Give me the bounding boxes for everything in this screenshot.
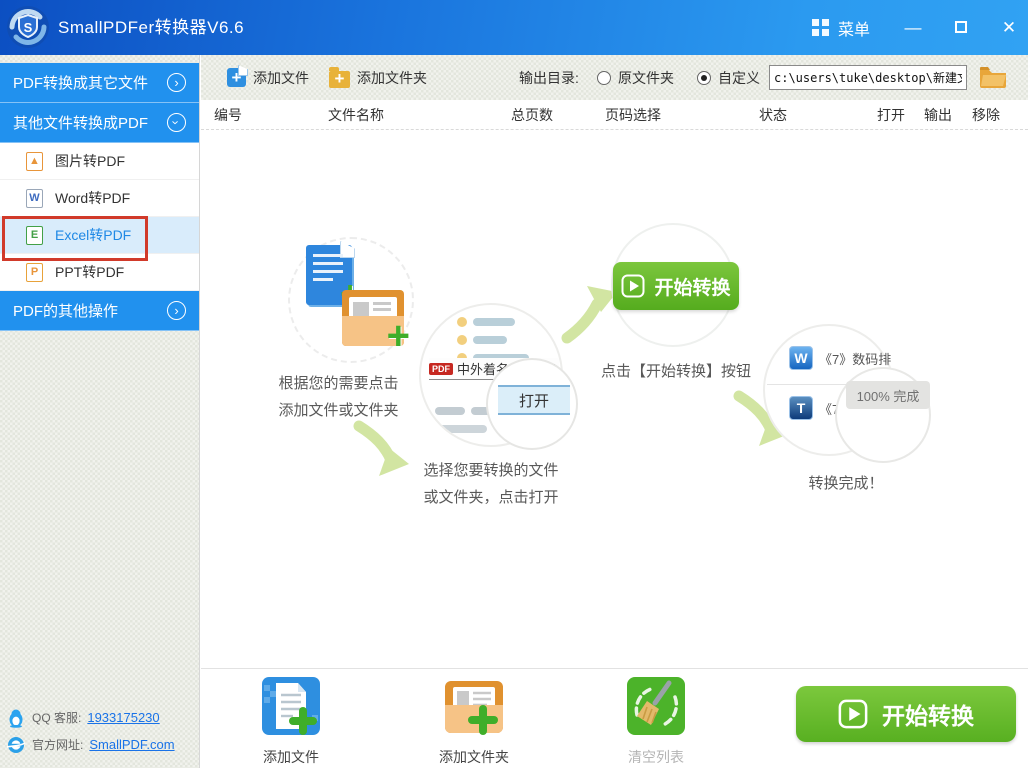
radio-original-folder[interactable]: 原文件夹 (597, 55, 674, 100)
app-title: SmallPDFer转换器V6.6 (58, 18, 245, 37)
top-toolbar: 添加文件 添加文件夹 输出目录: 原文件夹 自定义 (201, 55, 1028, 100)
col-open: 打开 (877, 107, 905, 123)
svg-text:S: S (24, 20, 33, 35)
radio-custom-folder[interactable]: 自定义 (697, 55, 760, 100)
excel-file-icon: E (26, 225, 43, 245)
play-icon (838, 699, 868, 729)
add-folder-big-icon (445, 681, 503, 735)
sidebar-group-label: 其他文件转换成PDF (13, 115, 149, 132)
browse-folder-button[interactable] (979, 66, 1007, 88)
sidebar-item-label: 图片转PDF (55, 153, 125, 169)
website-label: 官方网址: (32, 738, 84, 752)
website-link[interactable]: SmallPDF.com (89, 737, 174, 752)
sidebar-item-label: PPT转PDF (55, 264, 125, 280)
sidebar-submenu: ▲ 图片转PDF W Word转PDF E Excel转PDF P PPT转PD… (0, 143, 199, 291)
tutorial-step1-caption: 根据您的需要点击 添加文件或文件夹 (278, 375, 399, 419)
sidebar: PDF转换成其它文件 › 其他文件转换成PDF › ▲ 图片转PDF W Wor… (0, 55, 200, 768)
sidebar-group-other-to-pdf[interactable]: 其他文件转换成PDF › (0, 103, 199, 143)
contact-info: QQ 客服: 1933175230 官方网址: SmallPDF.com (6, 704, 175, 758)
qq-support-row: QQ 客服: 1933175230 (6, 704, 175, 731)
add-file-big-button[interactable]: 添加文件 (231, 675, 351, 767)
radio-original-label: 原文件夹 (618, 69, 674, 86)
add-folder-icon (329, 66, 350, 88)
play-icon (621, 274, 645, 298)
main-panel: 添加文件 添加文件夹 输出目录: 原文件夹 自定义 (201, 55, 1028, 768)
sidebar-group-label: PDF转换成其它文件 (13, 75, 149, 92)
sidebar-item-image-to-pdf[interactable]: ▲ 图片转PDF (0, 143, 199, 180)
browser-icon (6, 736, 26, 753)
progress-complete-bubble: 100% 完成 (846, 381, 930, 409)
add-folder-label: 添加文件夹 (357, 69, 427, 86)
output-path-input[interactable] (769, 65, 967, 90)
tutorial-step3-caption: 点击【开始转换】按钮 (600, 363, 751, 380)
add-file-icon (227, 68, 246, 87)
start-convert-button[interactable]: 开始转换 (796, 686, 1016, 742)
add-folder-big-button[interactable]: 添加文件夹 (414, 675, 534, 767)
close-button[interactable]: ✕ (1000, 19, 1018, 36)
col-status: 状态 (759, 107, 787, 123)
col-remove: 移除 (972, 107, 1000, 123)
folder-illustration-icon: + (342, 290, 410, 356)
sidebar-item-label: Word转PDF (55, 190, 131, 206)
radio-unchecked-icon[interactable] (597, 70, 611, 85)
open-button-illustration: 打开 (498, 385, 570, 415)
chevron-right-circle-icon: › (167, 73, 186, 92)
word-file-icon: W (26, 188, 43, 208)
menu-grid-icon (812, 19, 829, 36)
window-controls: — ✕ (904, 0, 1018, 55)
arrow-up-right-icon (561, 286, 617, 344)
qq-label: QQ 客服: (32, 711, 82, 725)
qq-number-link[interactable]: 1933175230 (87, 710, 159, 725)
add-file-label: 添加文件 (253, 69, 309, 86)
sidebar-item-excel-to-pdf[interactable]: E Excel转PDF (0, 217, 199, 254)
chevron-right-circle-icon: › (167, 301, 186, 320)
clear-list-button[interactable]: 清空列表 (596, 675, 716, 767)
file-table-header: 编号 文件名称 总页数 页码选择 状态 打开 输出 移除 (201, 100, 1028, 130)
col-filename: 文件名称 (328, 107, 384, 123)
maximize-button[interactable] (952, 19, 970, 36)
sidebar-item-ppt-to-pdf[interactable]: P PPT转PDF (0, 254, 199, 291)
menu-label: 菜单 (838, 21, 871, 39)
add-file-big-icon (262, 677, 320, 735)
txt-app-icon: T (789, 396, 813, 420)
chevron-down-circle-icon: › (167, 113, 186, 132)
sidebar-group-label: PDF的其他操作 (13, 303, 119, 320)
tutorial-step4-caption: 转换完成！ (808, 475, 884, 492)
col-total-pages: 总页数 (511, 107, 553, 123)
sidebar-item-word-to-pdf[interactable]: W Word转PDF (0, 180, 199, 217)
add-folder-toolbar-button[interactable]: 添加文件夹 (329, 55, 427, 100)
website-row: 官方网址: SmallPDF.com (6, 731, 175, 758)
col-number: 编号 (214, 107, 242, 123)
menu-button[interactable]: 菜单 (812, 0, 870, 55)
radio-custom-label: 自定义 (718, 69, 760, 86)
ppt-file-icon: P (26, 262, 43, 282)
sidebar-group-pdf-to-other[interactable]: PDF转换成其它文件 › (0, 63, 199, 103)
add-file-toolbar-button[interactable]: 添加文件 (227, 55, 309, 100)
output-dir-label: 输出目录: (519, 69, 579, 86)
qq-icon (9, 709, 23, 728)
col-output: 输出 (924, 107, 952, 123)
pdf-badge-icon: PDF (429, 362, 453, 375)
file-list-empty-tutorial: + + 根据您的需要点击 添加文件或文件夹 (201, 130, 1028, 668)
image-file-icon: ▲ (26, 151, 43, 171)
col-page-select: 页码选择 (605, 107, 661, 123)
word-app-icon: W (789, 346, 813, 370)
app-logo-icon: S (7, 6, 49, 48)
sidebar-group-pdf-other-ops[interactable]: PDF的其他操作 › (0, 291, 199, 331)
titlebar: S SmallPDFer转换器V6.6 菜单 — ✕ (0, 0, 1028, 55)
minimize-button[interactable]: — (904, 19, 922, 36)
app-window: S SmallPDFer转换器V6.6 菜单 — ✕ PDF转换成其它文件 › … (0, 0, 1028, 768)
clear-list-broom-icon (627, 677, 685, 735)
tutorial-step2-caption: 选择您要转换的文件 或文件夹，点击打开 (423, 462, 559, 506)
radio-checked-icon[interactable] (697, 70, 711, 85)
start-convert-illustration: 开始转换 (613, 262, 739, 310)
sidebar-item-label: Excel转PDF (55, 227, 132, 243)
bottom-action-bar: 添加文件 添加文件夹 清空列表 开始转换 (201, 668, 1028, 768)
